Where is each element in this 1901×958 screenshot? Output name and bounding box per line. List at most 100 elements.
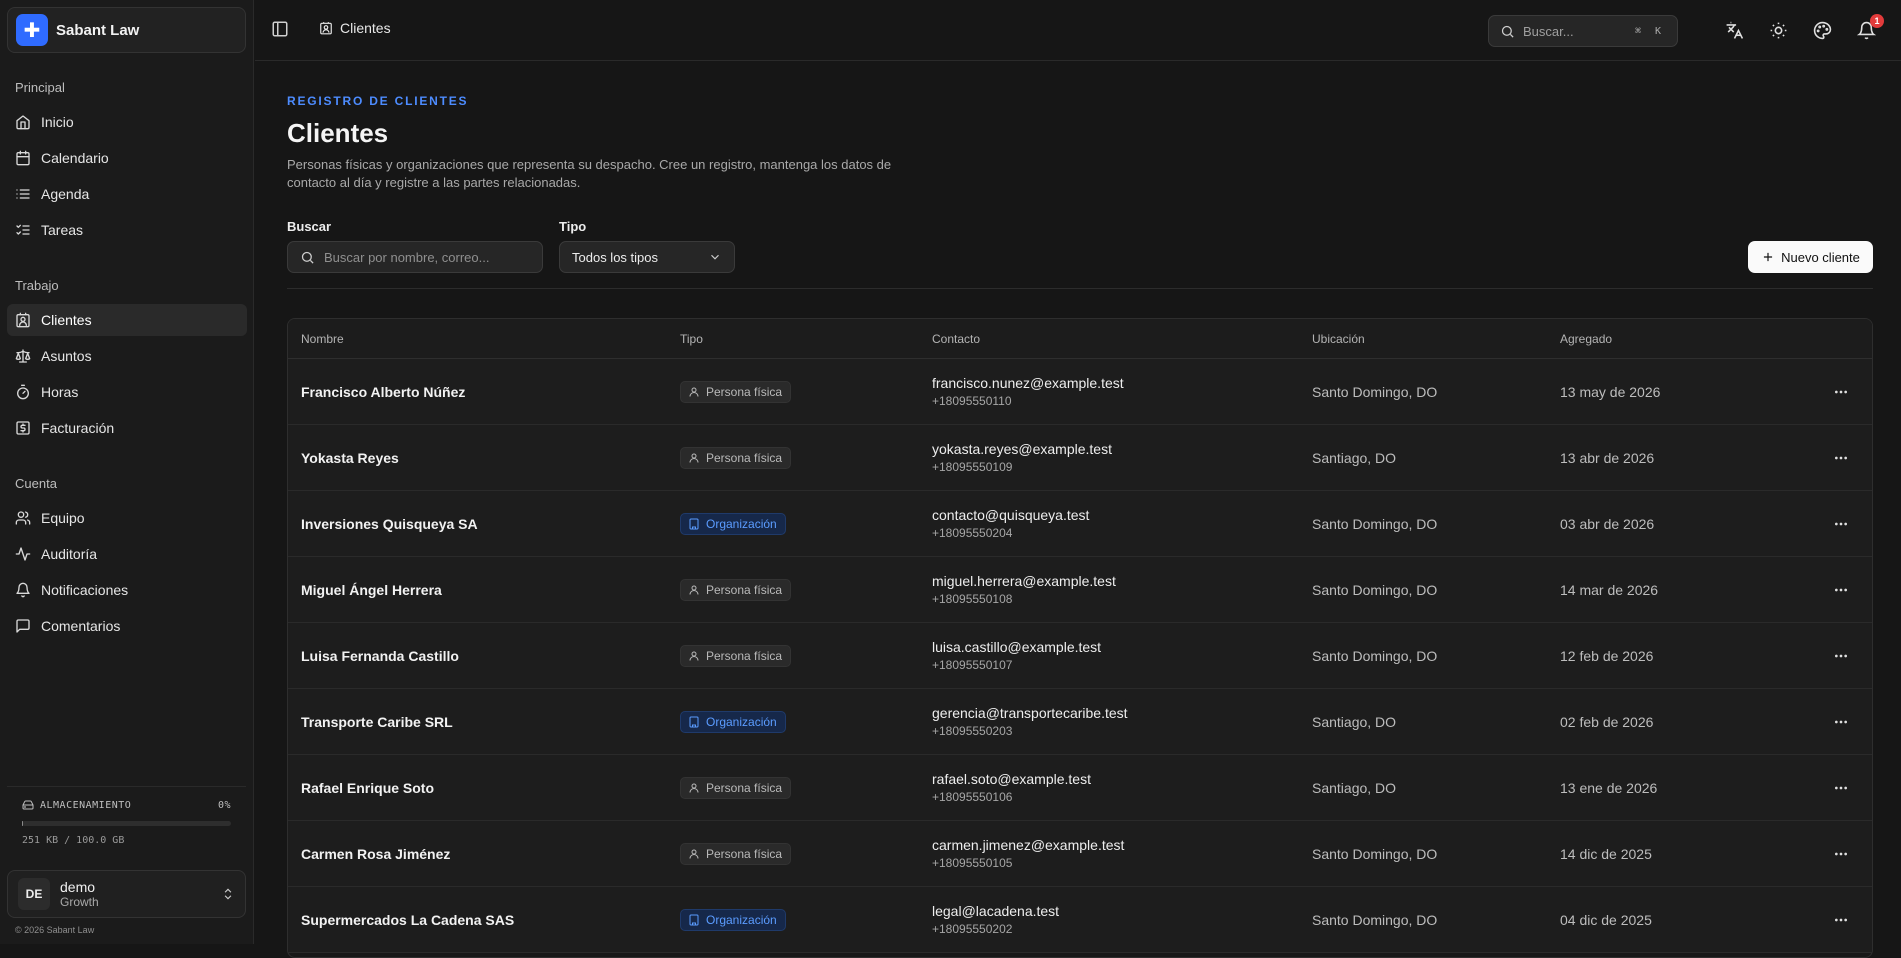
storage-progress-bar [22,821,231,826]
client-name[interactable]: Miguel Ángel Herrera [288,582,680,598]
workspace-switcher[interactable]: ✚ Sabant Law [7,7,246,53]
sidebar-item-label: Clientes [41,312,92,328]
sidebar-item-clientes[interactable]: Clientes [7,304,247,336]
row-actions-button[interactable] [1810,714,1872,730]
type-filter-select[interactable]: Todos los tipos [559,241,735,273]
more-horizontal-icon [1835,786,1847,789]
sidebar-item-equipo[interactable]: Equipo [7,502,247,534]
sidebar-toggle-icon[interactable] [271,20,289,38]
table-row[interactable]: Rafael Enrique Soto Persona física rafael.… [288,755,1872,821]
column-header-type[interactable]: Tipo [680,332,932,346]
table-row[interactable]: Carmen Rosa Jiménez Persona física carmen.… [288,821,1872,887]
sidebar-item-facturacion[interactable]: Facturación [7,412,247,444]
column-header-location[interactable]: Ubicación [1312,332,1560,346]
more-horizontal-icon [1835,390,1847,393]
client-type-label: Organización [706,912,777,927]
client-name[interactable]: Carmen Rosa Jiménez [288,846,680,862]
row-actions-button[interactable] [1810,780,1872,796]
sidebar-item-inicio[interactable]: Inicio [7,106,247,138]
table-row[interactable]: Supermercados La Cadena SAS Organización l… [288,887,1872,953]
audit-icon [15,547,31,561]
row-actions-button[interactable] [1810,846,1872,862]
row-actions-button[interactable] [1810,648,1872,664]
client-type-label: Persona física [706,384,783,399]
sidebar-item-label: Tareas [41,222,84,238]
sidebar-item-calendario[interactable]: Calendario [7,142,247,174]
sidebar-item-label: Agenda [41,186,90,202]
building-icon [689,716,699,727]
type-label: Tipo [559,219,587,234]
client-name[interactable]: Yokasta Reyes [288,450,680,466]
client-phone: +18095550107 [932,658,1013,672]
row-actions-button[interactable] [1810,516,1872,532]
user-menu[interactable]: DE demo Growth [7,870,246,918]
sidebar-item-auditoria[interactable]: Auditoría [7,538,247,570]
sidebar-item-comentarios[interactable]: Comentarios [7,610,247,642]
client-type-label: Persona física [706,780,783,795]
row-actions-button[interactable] [1810,582,1872,598]
sidebar-item-label: Horas [41,384,79,400]
column-header-name[interactable]: Nombre [288,332,680,346]
client-name[interactable]: Transporte Caribe SRL [288,714,680,730]
client-search-field[interactable] [287,241,543,273]
page-title: Clientes [287,118,389,148]
scale-icon [15,349,31,363]
calendar-icon [16,150,30,166]
table-row[interactable]: Yokasta Reyes Persona física yokasta.reyes… [288,425,1872,491]
contact-icon [16,312,30,328]
client-added-date: 12 feb de 2026 [1560,647,1654,664]
client-phone: +18095550109 [932,460,1013,474]
storage-percent: 0% [217,799,231,811]
client-location: Santiago, DO [1312,779,1397,796]
client-email: gerencia@transportecaribe.test [932,705,1128,721]
client-location: Santiago, DO [1312,713,1397,730]
client-name[interactable]: Luisa Fernanda Castillo [288,648,680,664]
type-filter-value: Todos los tipos [572,249,658,265]
column-header-contact[interactable]: Contacto [932,332,1312,346]
translate-icon[interactable] [1725,21,1744,40]
sidebar-item-horas[interactable]: Horas [7,376,247,408]
client-phone: +18095550108 [932,592,1013,606]
client-email: yokasta.reyes@example.test [932,441,1112,457]
tasks-icon [16,224,30,235]
client-name[interactable]: Inversiones Quisqueya SA [288,516,680,532]
chevrons-up-down-icon [224,888,232,900]
sidebar-item-tareas[interactable]: Tareas [7,214,247,246]
client-type-label: Organización [706,714,777,729]
user-name: demo [60,879,96,895]
new-client-button[interactable]: Nuevo cliente [1748,241,1873,273]
client-name[interactable]: Rafael Enrique Soto [288,780,680,796]
page-description: Personas físicas y organizaciones que re… [287,157,892,190]
avatar: DE [18,878,50,910]
global-search[interactable]: Buscar... ⌘ K [1488,15,1678,47]
sidebar-item-notificaciones[interactable]: Notificaciones [7,574,247,606]
table-row[interactable]: Luisa Fernanda Castillo Persona física lui… [288,623,1872,689]
row-actions-button[interactable] [1810,384,1872,400]
client-added-date: 03 abr de 2026 [1560,515,1655,532]
client-location: Santo Domingo, DO [1312,515,1438,532]
plus-icon [1764,252,1773,262]
table-row[interactable]: Francisco Alberto Núñez Persona física fra… [288,359,1872,425]
palette-icon[interactable] [1813,21,1832,40]
client-added-date: 14 dic de 2025 [1560,845,1652,862]
global-search-placeholder: Buscar... [1523,23,1574,39]
client-search-input[interactable] [324,249,524,265]
chevron-down-icon [711,254,719,260]
client-location: Santo Domingo, DO [1312,383,1438,400]
client-name[interactable]: Supermercados La Cadena SAS [288,912,680,928]
column-header-added[interactable]: Agregado [1560,332,1810,346]
client-email: francisco.nunez@example.test [932,375,1124,391]
table-row[interactable]: Miguel Ángel Herrera Persona física miguel… [288,557,1872,623]
sun-icon[interactable] [1769,21,1788,40]
client-email: rafael.soto@example.test [932,771,1091,787]
table-row[interactable]: Inversiones Quisqueya SA Organización cont… [288,491,1872,557]
sidebar-item-agenda[interactable]: Agenda [7,178,247,210]
storage-meter: ALMACENAMIENTO 0% 251 KB / 100.0 GB [7,786,246,856]
row-actions-button[interactable] [1810,912,1872,928]
table-row[interactable]: Transporte Caribe SRL Organización gerenci… [288,689,1872,755]
client-email: carmen.jimenez@example.test [932,837,1125,853]
sidebar-item-asuntos[interactable]: Asuntos [7,340,247,372]
row-actions-button[interactable] [1810,450,1872,466]
client-phone: +18095550203 [932,724,1013,738]
client-name[interactable]: Francisco Alberto Núñez [288,384,680,400]
